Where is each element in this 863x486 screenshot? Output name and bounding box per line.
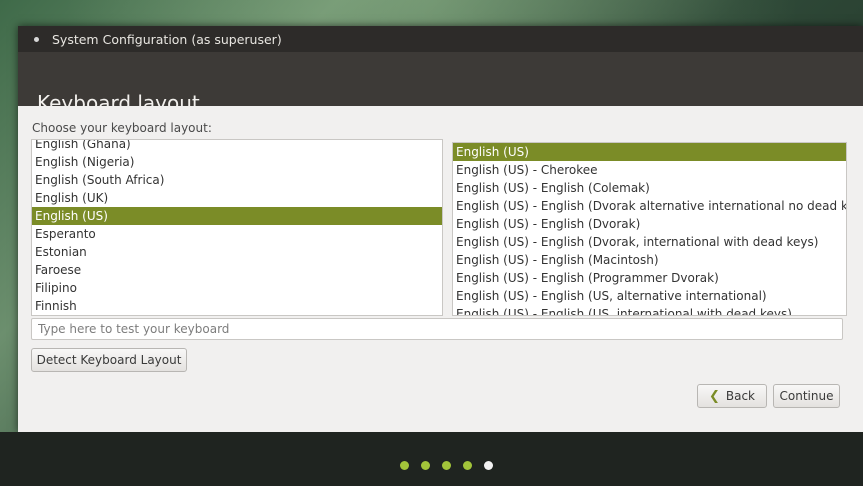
page-content: Choose your keyboard layout: English (Gh… — [18, 106, 863, 432]
back-button[interactable]: ❮ Back — [697, 384, 767, 408]
variant-item[interactable]: English (US) - English (Macintosh) — [453, 251, 846, 269]
continue-label: Continue — [779, 389, 834, 403]
choose-layout-label: Choose your keyboard layout: — [32, 121, 212, 135]
variant-item-selected[interactable]: English (US) — [453, 143, 846, 161]
layout-item[interactable]: English (South Africa) — [32, 171, 442, 189]
layout-item[interactable]: English (UK) — [32, 189, 442, 207]
layout-item[interactable]: English (Ghana) — [32, 140, 442, 153]
layout-item[interactable]: Finnish — [32, 297, 442, 315]
detect-layout-button[interactable]: Detect Keyboard Layout — [31, 348, 187, 372]
back-label: Back — [725, 389, 756, 403]
progress-dot — [400, 461, 409, 470]
variant-item[interactable]: English (US) - English (Dvorak) — [453, 215, 846, 233]
layout-list[interactable]: English (Ghana) English (Nigeria) Englis… — [31, 139, 443, 316]
layout-item-selected[interactable]: English (US) — [32, 207, 442, 225]
progress-dots — [400, 461, 505, 470]
detect-layout-label: Detect Keyboard Layout — [36, 353, 182, 367]
installer-footer — [0, 432, 863, 486]
variant-item[interactable]: English (US) - English (US, internationa… — [453, 305, 846, 315]
variant-item[interactable]: English (US) - English (US, alternative … — [453, 287, 846, 305]
layout-item[interactable]: Estonian — [32, 243, 442, 261]
keyboard-test-input[interactable] — [31, 318, 843, 340]
variant-item[interactable]: English (US) - Cherokee — [453, 161, 846, 179]
layout-item[interactable]: English (Nigeria) — [32, 153, 442, 171]
variant-item[interactable]: English (US) - English (Colemak) — [453, 179, 846, 197]
window-titlebar[interactable]: System Configuration (as superuser) — [18, 26, 863, 52]
layout-item[interactable]: Esperanto — [32, 225, 442, 243]
layout-item[interactable]: Faroese — [32, 261, 442, 279]
installer-window: System Configuration (as superuser) Keyb… — [18, 26, 863, 432]
progress-dot — [442, 461, 451, 470]
variant-item[interactable]: English (US) - English (Programmer Dvora… — [453, 269, 846, 287]
progress-dot-current — [484, 461, 493, 470]
chevron-left-icon: ❮ — [708, 388, 720, 404]
progress-dot — [463, 461, 472, 470]
variant-list[interactable]: English (US) English (US) - Cherokee Eng… — [452, 142, 847, 316]
variant-item[interactable]: English (US) - English (Dvorak, internat… — [453, 233, 846, 251]
window-title: System Configuration (as superuser) — [52, 31, 282, 47]
variant-item[interactable]: English (US) - English (Dvorak alternati… — [453, 197, 846, 215]
progress-dot — [421, 461, 430, 470]
window-menu-icon[interactable] — [34, 36, 39, 42]
continue-button[interactable]: Continue — [773, 384, 840, 408]
layout-item[interactable]: Filipino — [32, 279, 442, 297]
